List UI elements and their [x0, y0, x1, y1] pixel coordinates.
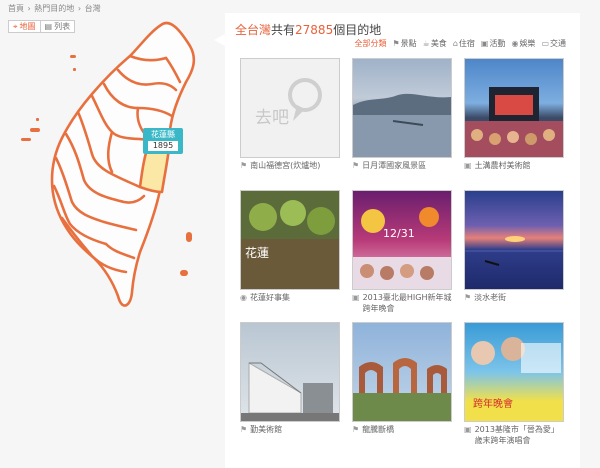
- svg-text:花蓮: 花蓮: [245, 245, 269, 260]
- scenery-icon: ⚑: [464, 293, 472, 302]
- event-icon: ▣: [352, 293, 360, 302]
- destination-card[interactable]: 12/31 ▣ 2013臺北最HIGH新年城跨年晚會: [352, 190, 452, 314]
- island-green: [186, 232, 192, 242]
- market-photo: 花蓮: [241, 200, 339, 289]
- destination-card[interactable]: ⚑ 日月潭國家風景區: [352, 58, 452, 171]
- island-matsu: [70, 55, 76, 58]
- bridge-photo: [353, 358, 451, 421]
- island-matsu-south: [73, 68, 76, 71]
- destination-thumbnail[interactable]: [352, 322, 452, 422]
- lodging-icon: ⌂: [452, 39, 458, 48]
- destination-title: 日月潭國家風景區: [362, 161, 427, 170]
- lake-photo: [353, 93, 451, 157]
- scenery-icon: ⚑: [240, 425, 248, 434]
- svg-text:去吧: 去吧: [255, 108, 289, 128]
- category-scenery[interactable]: ⚑ 景點: [392, 38, 416, 49]
- sunset-photo: [465, 236, 563, 266]
- category-label: 景點: [400, 39, 417, 48]
- destination-card[interactable]: 跨年晚會 ▣ 2013基隆市「晉為愛」歲末跨年演唱會: [464, 322, 564, 446]
- category-label: 娛樂: [519, 39, 536, 48]
- destination-title: 南山福德宮(炊爐地): [250, 161, 321, 170]
- category-filter: 全部分類 ⚑ 景點 ☕ 美食 ⌂ 住宿 ▣ 活動 ◉ 娛樂 ▭ 交通: [354, 38, 566, 49]
- event-icon: ▣: [464, 161, 472, 170]
- scenery-icon: ⚑: [392, 39, 400, 48]
- scenery-icon: ⚑: [240, 161, 248, 170]
- island-orchid: [180, 270, 188, 276]
- destination-thumbnail[interactable]: [240, 322, 340, 422]
- category-event[interactable]: ▣ 活動: [481, 38, 506, 49]
- destination-title: 花蓮好事集: [249, 293, 290, 302]
- category-label: 住宿: [458, 39, 475, 48]
- svg-text:12/31: 12/31: [383, 227, 415, 240]
- panel-title: 全台灣共有27885個目的地: [235, 21, 381, 38]
- destination-card[interactable]: ⚑ 淡水老街: [464, 190, 564, 303]
- title-region: 全台灣: [235, 23, 272, 37]
- title-count: 27885: [295, 23, 334, 37]
- taiwan-map: [21, 21, 196, 307]
- region-name: 花蓮縣: [151, 130, 175, 139]
- destination-title: 土溝農村美術館: [474, 161, 531, 170]
- destination-title: 淡水老街: [474, 293, 507, 302]
- destination-title: 2013基隆市「晉為愛」歲末跨年演唱會: [474, 425, 559, 445]
- event-icon: ▣: [464, 425, 472, 434]
- concert-photo: [465, 87, 563, 157]
- scenery-icon: ⚑: [352, 425, 360, 434]
- category-food[interactable]: ☕ 美食: [423, 38, 447, 49]
- destination-title: 2013臺北最HIGH新年城跨年晚會: [362, 293, 452, 313]
- destination-thumbnail[interactable]: [464, 190, 564, 290]
- title-suffix: 個目的地: [333, 23, 382, 37]
- island-penghu-north: [36, 118, 39, 121]
- island-kinmen: [30, 128, 40, 132]
- destination-card[interactable]: 花蓮 ◉ 花蓮好事集: [240, 190, 340, 303]
- category-label: 美食: [430, 39, 447, 48]
- destination-thumbnail[interactable]: 花蓮: [240, 190, 340, 290]
- destination-title: 勤美術館: [250, 425, 283, 434]
- destination-card[interactable]: ⚑ 勤美術館: [240, 322, 340, 435]
- destination-thumbnail[interactable]: 跨年晚會: [464, 322, 564, 422]
- placeholder-logo: 去吧: [255, 78, 322, 128]
- destinations-panel: 全台灣共有27885個目的地 全部分類 ⚑ 景點 ☕ 美食 ⌂ 住宿 ▣ 活動 ◉ 娛樂 …: [225, 13, 580, 468]
- new-year-poster: 12/31: [353, 207, 451, 289]
- svg-text:跨年晚會: 跨年晚會: [473, 397, 513, 410]
- destination-thumbnail[interactable]: 12/31: [352, 190, 452, 290]
- concert-poster: 跨年晚會: [471, 337, 561, 410]
- entertainment-icon: ◉: [511, 39, 519, 48]
- category-label: 全部分類: [354, 39, 387, 48]
- destination-card[interactable]: 去吧 ⚑ 南山福德宮(炊爐地): [240, 58, 340, 171]
- taiwan-outline: [50, 21, 196, 307]
- transport-icon: ▭: [541, 39, 549, 48]
- category-label: 交通: [550, 39, 566, 48]
- region-badge[interactable]: 花蓮縣 1895: [143, 128, 183, 154]
- title-middle: 共有: [271, 23, 296, 37]
- destination-thumbnail[interactable]: [464, 58, 564, 158]
- category-label: 活動: [489, 39, 506, 48]
- destination-card[interactable]: ⚑ 龍騰斷橋: [352, 322, 452, 435]
- destination-card[interactable]: ▣ 土溝農村美術館: [464, 58, 564, 171]
- region-count: 1895: [148, 141, 178, 151]
- destination-thumbnail[interactable]: [352, 58, 452, 158]
- panel-pointer: [214, 34, 225, 46]
- event-icon: ▣: [480, 39, 489, 48]
- destination-thumbnail[interactable]: 去吧: [240, 58, 340, 158]
- destination-title: 龍騰斷橋: [362, 425, 395, 434]
- category-all[interactable]: 全部分類: [354, 38, 386, 49]
- island-penghu: [21, 138, 31, 141]
- category-lodging[interactable]: ⌂ 住宿: [453, 38, 475, 49]
- entertainment-icon: ◉: [240, 293, 247, 302]
- food-icon: ☕: [422, 39, 430, 48]
- museum-photo: [241, 362, 339, 421]
- category-transport[interactable]: ▭ 交通: [541, 38, 566, 49]
- category-entertainment[interactable]: ◉ 娛樂: [511, 38, 535, 49]
- scenery-icon: ⚑: [352, 161, 360, 170]
